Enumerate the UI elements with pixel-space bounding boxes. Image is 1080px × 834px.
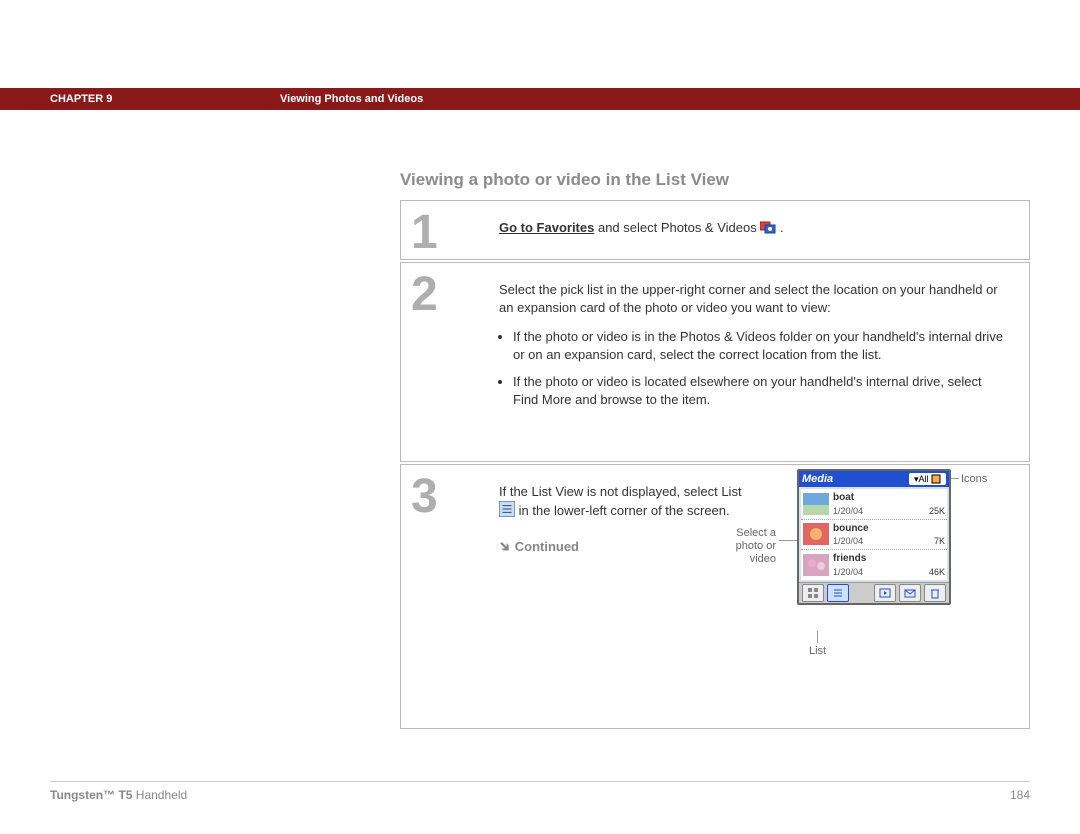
list-item[interactable]: boat 1/20/04 25K bbox=[801, 489, 947, 520]
device-app-title: Media bbox=[802, 472, 833, 487]
step2-bullet1: If the photo or video is in the Photos &… bbox=[513, 328, 1009, 363]
item-size: 46K bbox=[929, 566, 945, 578]
list-view-icon bbox=[499, 501, 515, 515]
favorites-link[interactable]: Go to Favorites bbox=[499, 220, 594, 235]
product-name: Tungsten™ T5 Handheld bbox=[50, 788, 187, 802]
item-name: bounce bbox=[833, 522, 945, 536]
step3-text1: If the List View is not displayed, selec… bbox=[499, 484, 742, 499]
item-name: friends bbox=[833, 552, 945, 566]
callout-list: List bbox=[809, 645, 826, 658]
device-filter-dropdown[interactable]: ▾ All bbox=[909, 473, 946, 485]
step1-text: and select Photos & Videos bbox=[594, 220, 760, 235]
card-icon bbox=[931, 474, 941, 484]
callout-icons: Icons bbox=[961, 473, 987, 486]
item-size: 25K bbox=[929, 505, 945, 517]
page-title: Viewing a photo or video in the List Vie… bbox=[400, 170, 729, 190]
list-item[interactable]: bounce 1/20/04 7K bbox=[801, 520, 947, 551]
header-bar: CHAPTER 9 Viewing Photos and Videos bbox=[0, 88, 1080, 110]
list-view-button[interactable] bbox=[827, 584, 849, 602]
device-titlebar: Media ▾ All bbox=[799, 471, 949, 487]
chapter-label: CHAPTER 9 bbox=[50, 93, 280, 105]
section-label: Viewing Photos and Videos bbox=[280, 93, 423, 105]
item-size: 7K bbox=[934, 535, 945, 547]
device-list: boat 1/20/04 25K bounce 1/20/04 7K bbox=[801, 489, 947, 580]
item-name: boat bbox=[833, 491, 945, 505]
step-3: 3 If the List View is not displayed, sel… bbox=[400, 464, 1030, 729]
photos-videos-icon bbox=[760, 220, 776, 234]
step-number: 2 bbox=[411, 271, 481, 319]
thumbnail-icon bbox=[803, 493, 829, 515]
step-number: 3 bbox=[411, 473, 481, 521]
item-date: 1/20/04 bbox=[833, 505, 863, 517]
thumbnail-view-button[interactable] bbox=[802, 584, 824, 602]
step-2: 2 Select the pick list in the upper-righ… bbox=[400, 262, 1030, 462]
step-number: 1 bbox=[411, 209, 481, 257]
send-button[interactable] bbox=[899, 584, 921, 602]
device-toolbar bbox=[799, 582, 949, 603]
list-item[interactable]: friends 1/20/04 46K bbox=[801, 550, 947, 580]
callout-select-photo: Select a photo or video bbox=[726, 527, 776, 567]
step2-bullet2: If the photo or video is located elsewhe… bbox=[513, 373, 1009, 408]
step2-intro: Select the pick list in the upper-right … bbox=[499, 281, 1009, 316]
item-date: 1/20/04 bbox=[833, 566, 863, 578]
device-screenshot: Media ▾ All boat 1/20/04 25K bbox=[797, 469, 951, 605]
item-date: 1/20/04 bbox=[833, 535, 863, 547]
delete-button[interactable] bbox=[924, 584, 946, 602]
step3-text2: in the lower-left corner of the screen. bbox=[519, 503, 730, 518]
step-1: 1 Go to Favorites and select Photos & Vi… bbox=[400, 200, 1030, 260]
footer: Tungsten™ T5 Handheld 184 bbox=[50, 781, 1030, 802]
thumbnail-icon bbox=[803, 523, 829, 545]
slideshow-button[interactable] bbox=[874, 584, 896, 602]
page-number: 184 bbox=[1010, 788, 1030, 802]
continued-arrow-icon: ➔ bbox=[494, 536, 516, 558]
thumbnail-icon bbox=[803, 554, 829, 576]
